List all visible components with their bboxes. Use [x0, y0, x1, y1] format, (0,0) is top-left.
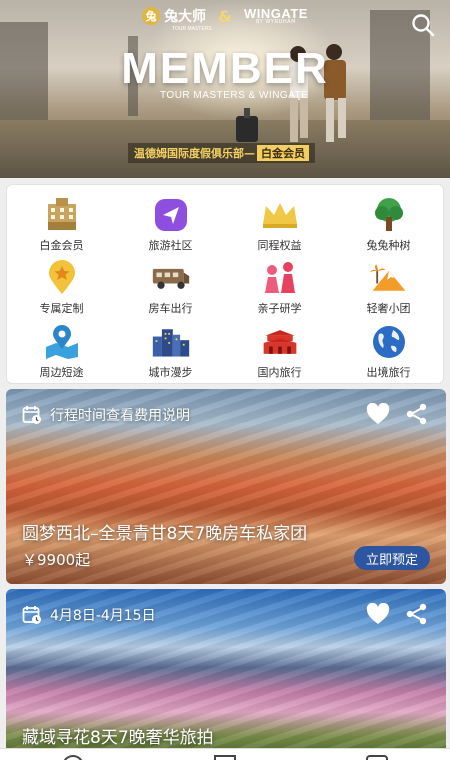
send-arrow-icon [151, 197, 191, 233]
category-label: 国内旅行 [257, 365, 302, 379]
tour-masters-name: 兔大师 [164, 9, 207, 25]
discover-tab-icon[interactable] [214, 755, 236, 760]
tour-date-row: 4月8日-4月15日 [22, 605, 156, 625]
crown-icon [260, 197, 300, 233]
category-label: 旅游社区 [148, 239, 193, 252]
category-label: 城市漫步 [148, 365, 193, 379]
tour-price: ￥9900起 [22, 551, 91, 569]
category-exclusive-custom[interactable]: 专属定制 [7, 254, 116, 317]
tour-actions [366, 403, 428, 425]
co-brand-logos: 兔 兔大师 & WINGATE BY WYNDHAM [0, 6, 450, 26]
category-grid: 白金会员 旅游社区 同程权益 兔兔种树 专属定制 房车出行 亲子研学 轻奢小团 … [6, 184, 444, 384]
hero-subtitle: TOUR MASTERS & WINGATE [160, 90, 309, 101]
category-light-luxury-group[interactable]: 轻奢小团 [334, 254, 443, 317]
share-icon[interactable] [406, 403, 428, 425]
tour-title: 藏域寻花8天7晚奢华旅拍 [22, 728, 214, 748]
brand-ampersand: & [218, 6, 233, 26]
category-outbound-travel[interactable]: 出境旅行 [334, 318, 443, 381]
category-label: 周边短途 [39, 365, 84, 379]
category-family-study[interactable]: 亲子研学 [225, 254, 334, 317]
badge-highlight: 白金会员 [257, 145, 309, 161]
home-tab-icon[interactable] [62, 755, 84, 760]
gate-tower-icon [260, 324, 300, 360]
profile-tab-icon[interactable] [366, 755, 388, 760]
rabbit-logo-icon: 兔 [142, 7, 161, 25]
palm-mountain-icon [369, 260, 409, 296]
category-city-walk[interactable]: 城市漫步 [116, 318, 225, 381]
badge-text: 温德姆国际度假俱乐部— [134, 147, 255, 160]
tour-card[interactable]: 行程时间查看费用说明 圆梦西北–全景青甘8天7晚房车私家团 ￥9900起 立即预… [6, 389, 446, 584]
hero-title: MEMBER [121, 44, 329, 93]
calendar-clock-icon [22, 606, 41, 624]
wingate-logo: WINGATE BY WYNDHAM [244, 7, 308, 25]
globe-icon [369, 324, 409, 360]
tour-date-text: 4月8日-4月15日 [50, 608, 156, 624]
calendar-clock-icon [22, 406, 41, 424]
book-now-button[interactable]: 立即预定 [353, 546, 430, 570]
tour-date-text: 行程时间查看费用说明 [50, 408, 190, 424]
category-label: 兔兔种树 [366, 239, 411, 252]
tour-date-row: 行程时间查看费用说明 [22, 405, 190, 425]
tour-actions [366, 603, 428, 625]
wingate-sub: BY WYNDHAM [256, 19, 296, 25]
tour-masters-logo: 兔 兔大师 [142, 6, 206, 26]
category-tongcheng-benefits[interactable]: 同程权益 [225, 191, 334, 254]
category-rabbit-tree[interactable]: 兔兔种树 [334, 191, 443, 254]
bottom-tab-bar [0, 748, 450, 760]
category-label: 出境旅行 [366, 365, 411, 379]
map-pin-icon [42, 324, 82, 360]
platinum-member-badge[interactable]: 温德姆国际度假俱乐部— 白金会员 [128, 143, 315, 163]
member-hero-banner[interactable]: 兔 兔大师 & WINGATE BY WYNDHAM TOUR MASTERS … [0, 0, 450, 178]
search-icon[interactable] [410, 12, 436, 38]
category-nearby-trips[interactable]: 周边短途 [7, 318, 116, 381]
category-domestic-travel[interactable]: 国内旅行 [225, 318, 334, 381]
family-icon [260, 260, 300, 296]
category-label: 亲子研学 [257, 302, 302, 316]
category-label: 同程权益 [257, 239, 302, 252]
star-pin-icon [42, 260, 82, 296]
category-travel-community[interactable]: 旅游社区 [116, 191, 225, 254]
tour-card[interactable]: 4月8日-4月15日 藏域寻花8天7晚奢华旅拍 [6, 589, 446, 760]
heart-icon[interactable] [366, 603, 390, 625]
category-label: 白金会员 [39, 239, 84, 252]
hotel-building-icon [42, 197, 82, 233]
city-icon [151, 324, 191, 360]
category-rv-travel[interactable]: 房车出行 [116, 254, 225, 317]
tour-masters-sub: TOUR MASTERS [172, 26, 212, 32]
heart-icon[interactable] [366, 403, 390, 425]
category-label: 轻奢小团 [366, 302, 411, 316]
tour-title: 圆梦西北–全景青甘8天7晚房车私家团 [22, 524, 308, 544]
category-label: 房车出行 [148, 302, 193, 316]
category-platinum-member[interactable]: 白金会员 [7, 191, 116, 254]
rv-icon [151, 260, 191, 296]
category-label: 专属定制 [39, 302, 84, 316]
share-icon[interactable] [406, 603, 428, 625]
suitcase-illustration [232, 108, 262, 144]
tree-icon [369, 197, 409, 233]
